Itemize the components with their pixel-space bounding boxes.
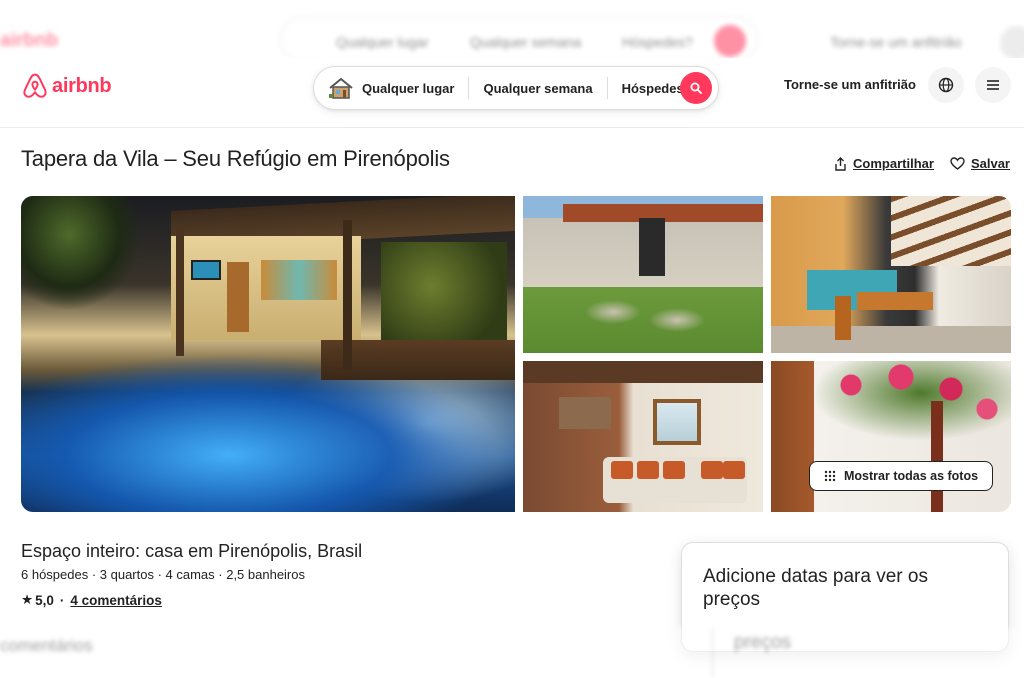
globe-icon bbox=[938, 77, 954, 93]
hamburger-menu-icon bbox=[987, 80, 999, 90]
airbnb-logo[interactable]: airbnb bbox=[22, 72, 112, 100]
ghost-menu bbox=[1000, 26, 1024, 60]
show-all-photos-button[interactable]: Mostrar todas as fotos bbox=[809, 461, 994, 491]
heart-icon bbox=[950, 157, 965, 170]
blurred-background-header: airbnb Qualquer lugar Qualquer semana Hó… bbox=[0, 0, 1024, 62]
ghost-where: Qualquer lugar bbox=[336, 34, 429, 50]
share-button[interactable]: Compartilhar bbox=[834, 156, 934, 171]
grid-dots-icon bbox=[824, 470, 836, 482]
photo-house-garden[interactable] bbox=[523, 196, 763, 353]
main-menu-button[interactable] bbox=[975, 67, 1011, 103]
search-bar[interactable]: Qualquer lugar Qualquer semana Hóspedes? bbox=[313, 66, 719, 110]
rating-summary: ★ 5,0 · 4 comentários bbox=[21, 592, 162, 608]
photo-living-room[interactable] bbox=[523, 361, 763, 512]
search-when-button[interactable]: Qualquer semana bbox=[469, 81, 606, 96]
listing-facts: 6 hóspedes · 3 quartos · 4 camas · 2,5 b… bbox=[21, 567, 305, 582]
search-where-button[interactable]: Qualquer lugar bbox=[362, 81, 468, 96]
main-photo-pool-courtyard[interactable] bbox=[21, 196, 515, 512]
listing-actions: Compartilhar Salvar bbox=[834, 156, 1010, 171]
reviews-link[interactable]: 4 comentários bbox=[70, 593, 162, 608]
house-icon bbox=[329, 77, 353, 99]
rating-value: 5,0 bbox=[35, 592, 54, 608]
rating-separator: · bbox=[59, 592, 65, 608]
share-icon bbox=[835, 156, 846, 171]
share-label: Compartilhar bbox=[853, 156, 934, 171]
search-submit-button[interactable] bbox=[680, 72, 712, 104]
blurred-background-footer: comentários preços bbox=[0, 628, 1024, 678]
ghost-prices: preços bbox=[734, 632, 792, 653]
save-label: Salvar bbox=[970, 156, 1010, 171]
ghost-when: Qualquer semana bbox=[470, 34, 582, 50]
airbnb-belo-icon bbox=[23, 73, 47, 98]
listing-subtitle: Espaço inteiro: casa em Pirenópolis, Bra… bbox=[21, 541, 363, 561]
star-icon: ★ bbox=[21, 592, 34, 607]
show-all-photos-label: Mostrar todas as fotos bbox=[844, 469, 979, 483]
booking-card-title: Adicione datas para ver os preços bbox=[703, 566, 928, 610]
ghost-logo-text: airbnb bbox=[0, 30, 59, 51]
ghost-searchbar bbox=[280, 16, 758, 62]
ghost-search-button bbox=[714, 25, 746, 57]
search-icon bbox=[690, 82, 702, 94]
save-button[interactable]: Salvar bbox=[950, 156, 1010, 171]
listing-title: Tapera da Vila – Seu Refúgio em Pirenópo… bbox=[21, 146, 450, 171]
ghost-comments: comentários bbox=[0, 636, 93, 655]
logo-text: airbnb bbox=[52, 74, 112, 97]
site-header: airbnb Qualquer lugar Qualquer semana Hó… bbox=[0, 58, 1024, 128]
ghost-host: Torne-se um anfitrião bbox=[830, 34, 962, 50]
become-host-link[interactable]: Torne-se um anfitrião bbox=[784, 77, 916, 92]
ghost-guests: Hóspedes? bbox=[622, 34, 693, 50]
photo-outdoor-kitchen[interactable] bbox=[771, 196, 1011, 353]
language-button[interactable] bbox=[928, 67, 964, 103]
